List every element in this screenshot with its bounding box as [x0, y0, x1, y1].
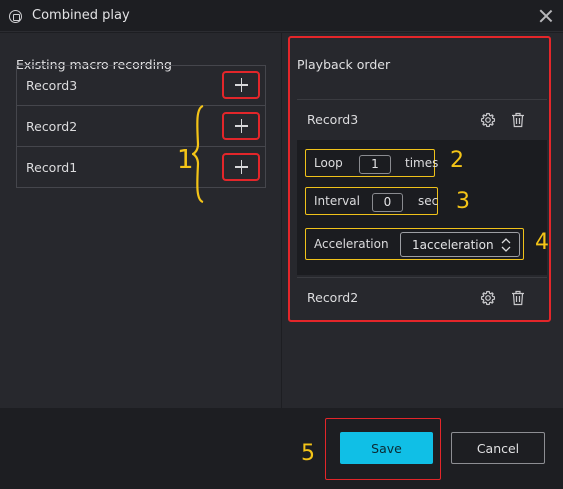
window-title: Combined play [32, 8, 130, 23]
window-logo-icon [9, 10, 22, 23]
record-name: Record2 [26, 119, 78, 134]
add-record-button[interactable] [222, 112, 260, 140]
recording-list: Record3 Record2 Record1 [16, 65, 266, 188]
annotation-number: 1 [177, 145, 194, 175]
annotation-number: 4 [535, 230, 549, 255]
playback-order-highlight [288, 36, 551, 322]
list-item: Record1 [17, 148, 265, 188]
add-record-button[interactable] [222, 71, 260, 99]
annotation-number: 5 [301, 441, 315, 466]
add-record-button[interactable] [222, 153, 260, 181]
title-bar: Combined play [0, 0, 563, 32]
annotation-number: 2 [450, 148, 464, 173]
save-button[interactable]: Save [340, 432, 433, 464]
brace-annotation [192, 104, 204, 204]
cancel-button[interactable]: Cancel [451, 432, 545, 464]
close-icon[interactable] [539, 9, 553, 23]
record-name: Record1 [26, 160, 78, 175]
list-item: Record3 [17, 66, 265, 106]
list-item: Record2 [17, 107, 265, 147]
record-name: Record3 [26, 78, 78, 93]
annotation-number: 3 [456, 189, 470, 214]
